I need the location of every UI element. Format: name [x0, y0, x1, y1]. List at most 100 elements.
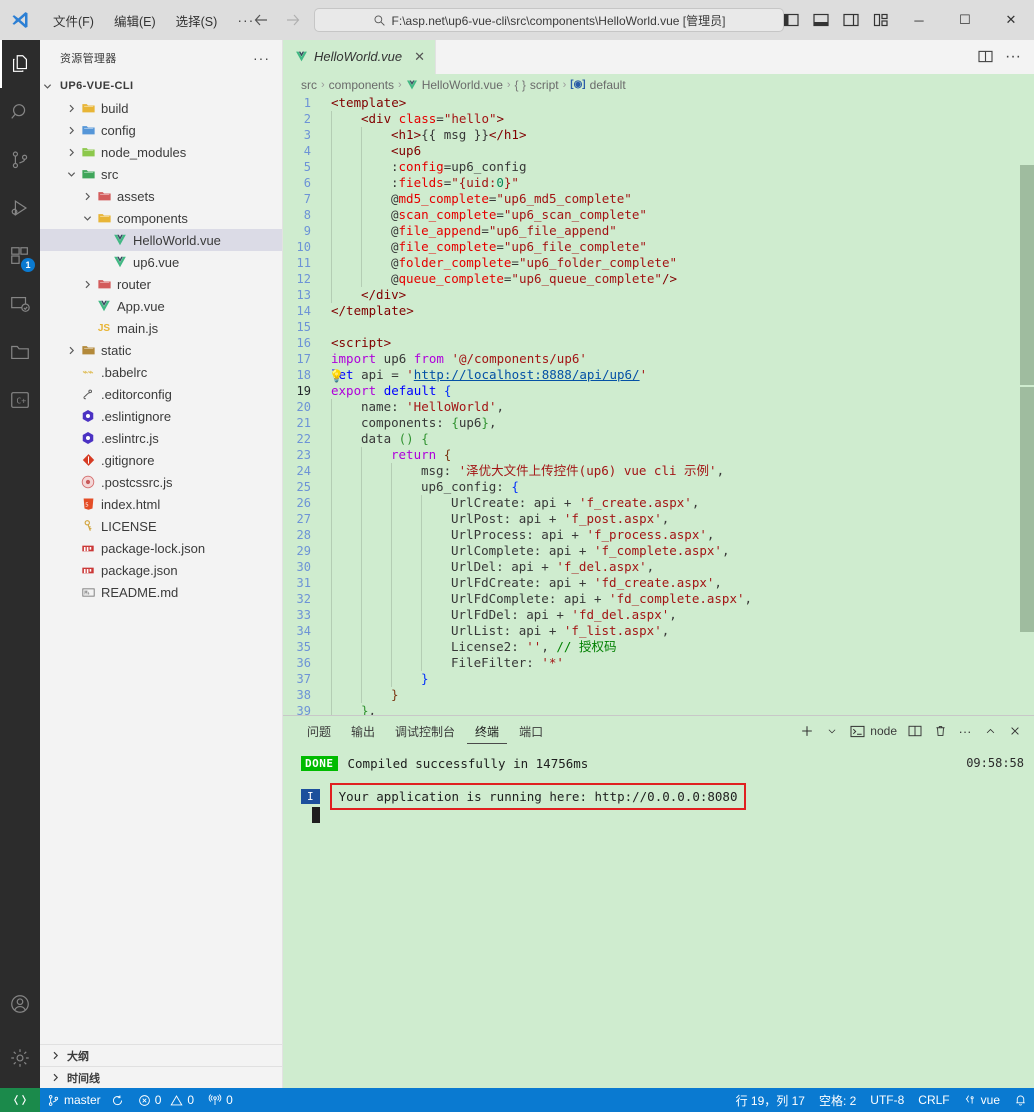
lightbulb-icon[interactable]: 💡	[329, 368, 344, 384]
activity-item-accounts[interactable]	[0, 980, 40, 1028]
tree-item-assets[interactable]: assets	[40, 185, 282, 207]
breadcrumb[interactable]: src›components›HelloWorld.vue›{ }script›…	[283, 74, 1034, 95]
code-line[interactable]: 36FileFilter: '*'	[283, 655, 1034, 671]
quick-input-value[interactable]: F:\asp.net\up6-vue-cli\src\components\He…	[392, 12, 726, 29]
panel-tab-ports[interactable]: 端口	[511, 719, 551, 744]
tree-item-app-vue[interactable]: App.vue	[40, 295, 282, 317]
tree-item-package-lock-json[interactable]: package-lock.json	[40, 537, 282, 559]
close-icon[interactable]	[1004, 719, 1026, 743]
code-text[interactable]: UrlFdDel: api + 'fd_del.aspx',	[321, 607, 677, 623]
code-text[interactable]: },	[321, 703, 376, 715]
code-line[interactable]: 11@folder_complete="up6_folder_complete"	[283, 255, 1034, 271]
code-line[interactable]: 10@file_complete="up6_file_complete"	[283, 239, 1034, 255]
code-text[interactable]: :fields="{uid:0}"	[321, 175, 519, 191]
code-text[interactable]: <script>	[321, 335, 391, 351]
code-text[interactable]: msg: '泽优大文件上传控件(up6) vue cli 示例',	[321, 463, 724, 479]
panel-tab-output[interactable]: 输出	[343, 719, 383, 744]
menu-file[interactable]: 文件(F)	[44, 7, 103, 34]
code-line[interactable]: 20name: 'HelloWorld',	[283, 399, 1034, 415]
panel-tab-debug-console[interactable]: 调试控制台	[387, 719, 463, 744]
terminal-kind-selector[interactable]: node	[846, 724, 901, 738]
code-text[interactable]: <div class="hello">	[321, 111, 504, 127]
chevron-down-icon[interactable]	[80, 214, 94, 223]
close-icon[interactable]: ✕	[414, 49, 425, 65]
code-line[interactable]: 3<h1>{{ msg }}</h1>	[283, 127, 1034, 143]
menu-bar[interactable]: 文件(F) 编辑(E) 选择(S) ···	[44, 7, 263, 34]
code-line[interactable]: 38}	[283, 687, 1034, 703]
tree-item-eslintignore[interactable]: .eslintignore	[40, 405, 282, 427]
chevron-down-icon[interactable]	[64, 170, 78, 179]
code-text[interactable]: @queue_complete="up6_queue_complete"/>	[321, 271, 677, 287]
code-line[interactable]: 6:fields="{uid:0}"	[283, 175, 1034, 191]
breadcrumb-item-default[interactable]: [◉]default	[570, 78, 625, 92]
arrow-left-icon[interactable]	[250, 9, 272, 31]
code-line[interactable]: 35License2: '', // 授权码	[283, 639, 1034, 655]
customize-layout-icon[interactable]	[866, 0, 896, 40]
chevron-down-icon[interactable]	[821, 719, 843, 743]
code-line[interactable]: 33UrlFdDel: api + 'fd_del.aspx',	[283, 607, 1034, 623]
code-line[interactable]: 16<script>	[283, 335, 1034, 351]
code-text[interactable]: data () {	[321, 431, 429, 447]
tree-item-src[interactable]: src	[40, 163, 282, 185]
code-line[interactable]: 26UrlCreate: api + 'f_create.aspx',	[283, 495, 1034, 511]
code-text[interactable]: }	[321, 687, 399, 703]
toggle-secondary-sidebar-icon[interactable]	[836, 0, 866, 40]
code-text[interactable]: <h1>{{ msg }}</h1>	[321, 127, 526, 143]
activity-item-run-and-debug[interactable]	[0, 184, 40, 232]
breadcrumb-item-script[interactable]: { }script	[515, 78, 559, 92]
code-line[interactable]: 22data () {	[283, 431, 1034, 447]
panel-tab-terminal[interactable]: 终端	[467, 719, 507, 744]
more-icon[interactable]: ···	[954, 719, 976, 743]
tree-item-license[interactable]: LICENSE	[40, 515, 282, 537]
tree-item-main-js[interactable]: JSmain.js	[40, 317, 282, 339]
tree-item-up6-vue[interactable]: up6.vue	[40, 251, 282, 273]
code-line[interactable]: 29UrlComplete: api + 'f_complete.aspx',	[283, 543, 1034, 559]
code-line[interactable]: 37}	[283, 671, 1034, 687]
quick-input-bar[interactable]: F:\asp.net\up6-vue-cli\src\components\He…	[314, 8, 784, 32]
status-ports[interactable]: 0	[201, 1088, 240, 1112]
terminal-output[interactable]: DONE Compiled successfully in 14756ms 09…	[283, 746, 1034, 1088]
menu-selection[interactable]: 选择(S)	[167, 7, 227, 34]
activity-item-extensions[interactable]: 1	[0, 232, 40, 280]
status-language-mode[interactable]: vue	[957, 1088, 1007, 1112]
code-text[interactable]: }	[321, 671, 429, 687]
more-actions-icon[interactable]: ···	[1000, 43, 1026, 71]
code-text[interactable]: name: 'HelloWorld',	[321, 399, 504, 415]
code-line[interactable]: 7@md5_complete="up6_md5_complete"	[283, 191, 1034, 207]
code-text[interactable]: export default {	[321, 383, 451, 399]
code-text[interactable]: UrlDel: api + 'f_del.aspx',	[321, 559, 654, 575]
code-line[interactable]: 13</div>	[283, 287, 1034, 303]
tree-item-index-html[interactable]: 5index.html	[40, 493, 282, 515]
code-text[interactable]: UrlFdComplete: api + 'fd_complete.aspx',	[321, 591, 752, 607]
tree-item-helloworld-vue[interactable]: HelloWorld.vue	[40, 229, 282, 251]
tree-item-node-modules[interactable]: node_modules	[40, 141, 282, 163]
code-line[interactable]: 31UrlFdCreate: api + 'fd_create.aspx',	[283, 575, 1034, 591]
breadcrumb-item-components[interactable]: components	[329, 78, 394, 92]
chevron-right-icon[interactable]	[48, 1051, 62, 1060]
chevron-right-icon[interactable]	[64, 104, 78, 113]
code-line[interactable]: 5:config=up6_config	[283, 159, 1034, 175]
code-text[interactable]: UrlFdCreate: api + 'fd_create.aspx',	[321, 575, 722, 591]
code-line[interactable]: 24msg: '泽优大文件上传控件(up6) vue cli 示例',	[283, 463, 1034, 479]
code-line[interactable]: 32UrlFdComplete: api + 'fd_complete.aspx…	[283, 591, 1034, 607]
sync-icon[interactable]	[111, 1094, 124, 1107]
code-line[interactable]: 4<up6	[283, 143, 1034, 159]
tree-item-package-json[interactable]: package.json	[40, 559, 282, 581]
code-text[interactable]: @file_append="up6_file_append"	[321, 223, 617, 239]
code-text[interactable]: :config=up6_config	[321, 159, 526, 175]
code-lines[interactable]: 1<template>2<div class="hello">3<h1>{{ m…	[283, 95, 1034, 715]
code-line[interactable]: 34UrlList: api + 'f_list.aspx',	[283, 623, 1034, 639]
code-text[interactable]: @folder_complete="up6_folder_complete"	[321, 255, 677, 271]
code-line[interactable]: 2<div class="hello">	[283, 111, 1034, 127]
code-line[interactable]: 30UrlDel: api + 'f_del.aspx',	[283, 559, 1034, 575]
chevron-down-icon[interactable]	[40, 82, 54, 91]
panel-tab-problems[interactable]: 问题	[299, 719, 339, 744]
tree-item-babelrc[interactable]: ⌁⌁.babelrc	[40, 361, 282, 383]
chevron-right-icon[interactable]	[48, 1073, 62, 1082]
status-eol[interactable]: CRLF	[911, 1088, 956, 1112]
sidebar-more-actions[interactable]: ···	[253, 50, 270, 66]
code-text[interactable]: components: {up6},	[321, 415, 496, 431]
chevron-right-icon[interactable]	[64, 346, 78, 355]
arrow-right-icon[interactable]	[282, 9, 304, 31]
code-text[interactable]: License2: '', // 授权码	[321, 639, 616, 655]
